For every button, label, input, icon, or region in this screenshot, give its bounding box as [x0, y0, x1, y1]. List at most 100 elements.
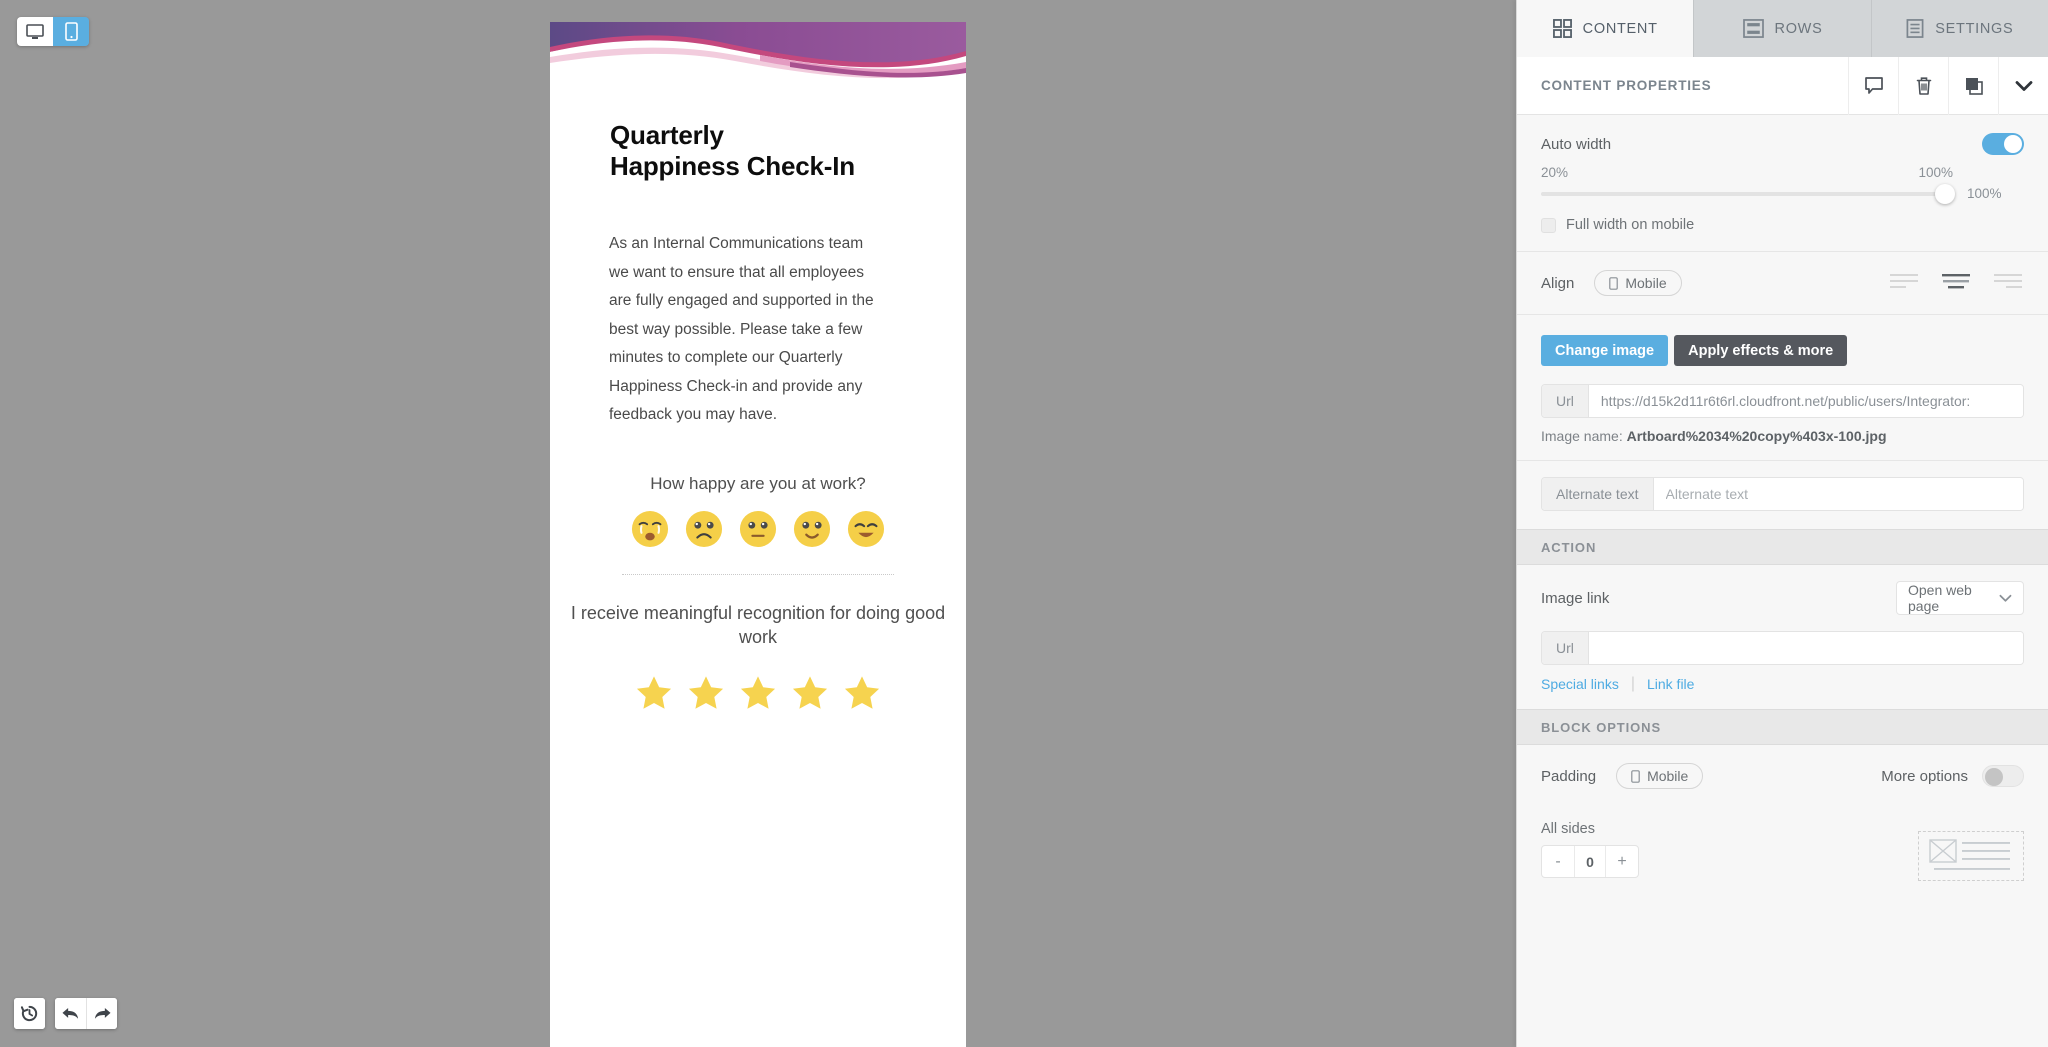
undo-button[interactable]: [55, 998, 86, 1029]
chevron-down-icon[interactable]: [1998, 57, 2048, 115]
alternate-text-section: Alternate text: [1517, 460, 2048, 529]
padding-stepper[interactable]: - 0 +: [1541, 845, 1639, 878]
question-2-text: I receive meaningful recognition for doi…: [570, 602, 946, 648]
panel-tabs: CONTENT ROWS SETTINGS: [1517, 0, 2048, 57]
grid-icon: [1552, 19, 1572, 38]
undo-icon: [62, 1008, 79, 1019]
question-block-2[interactable]: I receive meaningful recognition for doi…: [550, 601, 966, 714]
properties-panel: CONTENT ROWS SETTINGS CONTENT PROPERTIES…: [1516, 0, 2048, 1047]
image-name-label: Image name:: [1541, 428, 1623, 444]
block-options-section-title: BLOCK OPTIONS: [1517, 709, 2048, 745]
comment-icon[interactable]: [1848, 57, 1898, 115]
editor-stage: Quarterly Happiness Check-In As an Inter…: [0, 0, 1516, 1047]
align-right-button[interactable]: [1994, 272, 2024, 295]
alternate-text-input[interactable]: [1653, 478, 2023, 510]
desktop-view-button[interactable]: [17, 17, 53, 46]
star-rating-row[interactable]: [550, 672, 966, 714]
star-icon[interactable]: [685, 672, 727, 714]
auto-width-row: Auto width: [1541, 115, 2024, 159]
mobile-icon: [64, 22, 78, 41]
action-url-input[interactable]: [1588, 632, 2023, 664]
change-image-button[interactable]: Change image: [1541, 335, 1669, 366]
email-title[interactable]: Quarterly Happiness Check-In: [610, 120, 860, 182]
slider-min-label: 20%: [1541, 165, 1569, 180]
align-section: Align Mobile: [1517, 251, 2048, 314]
trash-icon[interactable]: [1898, 57, 1948, 115]
image-link-value: Open web page: [1908, 582, 1972, 614]
image-name-value: Artboard%2034%20copy%403x-100.jpg: [1626, 428, 1887, 444]
mobile-icon: [1631, 769, 1640, 783]
slider-range-labels: 20% 100%: [1541, 165, 1953, 180]
history-button[interactable]: [14, 998, 45, 1029]
tab-rows[interactable]: ROWS: [1694, 0, 1872, 57]
more-options-toggle[interactable]: [1982, 765, 2024, 787]
more-options-label: More options: [1881, 767, 1968, 785]
align-device-pill[interactable]: Mobile: [1594, 270, 1682, 296]
question-block-1[interactable]: How happy are you at work?: [550, 472, 966, 575]
padding-value[interactable]: 0: [1574, 846, 1606, 877]
link-separator: |: [1630, 675, 1635, 692]
align-options: [1890, 272, 2024, 295]
mobile-view-button[interactable]: [53, 17, 89, 46]
redo-button[interactable]: [86, 998, 117, 1029]
action-section-title: ACTION: [1517, 529, 2048, 565]
block-options-section: Padding Mobile More options All sides - …: [1517, 745, 2048, 895]
image-text-placeholder-icon: [1929, 839, 2010, 870]
duplicate-icon[interactable]: [1948, 57, 1998, 115]
happy-face-icon[interactable]: [847, 510, 885, 548]
slightly-smiling-face-icon[interactable]: [793, 510, 831, 548]
special-links-link[interactable]: Special links: [1541, 676, 1619, 692]
content-properties-title: CONTENT PROPERTIES: [1541, 78, 1712, 93]
padding-label: Padding: [1541, 767, 1597, 785]
section-divider: [622, 573, 894, 575]
align-center-button[interactable]: [1942, 272, 1972, 295]
neutral-face-icon[interactable]: [739, 510, 777, 548]
auto-width-toggle[interactable]: [1982, 133, 2024, 155]
apply-effects-button[interactable]: Apply effects & more: [1674, 335, 1848, 366]
hero-wave-image[interactable]: [550, 22, 966, 80]
image-source-section: Change image Apply effects & more Url Im…: [1517, 314, 2048, 460]
sad-face-icon[interactable]: [685, 510, 723, 548]
align-left-button[interactable]: [1890, 272, 1920, 295]
full-width-mobile-checkbox[interactable]: [1541, 217, 1556, 233]
padding-device-pill[interactable]: Mobile: [1616, 763, 1704, 789]
rows-icon: [1742, 19, 1764, 38]
padding-row: Padding Mobile More options: [1541, 745, 2024, 807]
width-slider-value: 100%: [1967, 186, 2002, 201]
email-preview-canvas[interactable]: Quarterly Happiness Check-In As an Inter…: [550, 22, 966, 1047]
email-editor-app: Quarterly Happiness Check-In As an Inter…: [0, 0, 2048, 1047]
image-url-input[interactable]: [1588, 385, 2023, 417]
tab-settings[interactable]: SETTINGS: [1871, 0, 2048, 57]
crying-face-icon[interactable]: [631, 510, 669, 548]
history-group: [14, 998, 45, 1029]
email-body-text[interactable]: As an Internal Communications team we wa…: [609, 230, 877, 430]
image-name-row: Image name: Artboard%2034%20copy%403x-10…: [1541, 418, 2024, 460]
question-1-text: How happy are you at work?: [650, 473, 866, 493]
full-width-mobile-row[interactable]: Full width on mobile: [1541, 201, 2024, 251]
history-controls: [14, 998, 117, 1029]
undo-redo-group: [55, 998, 117, 1029]
star-icon[interactable]: [737, 672, 779, 714]
star-icon[interactable]: [789, 672, 831, 714]
image-url-field[interactable]: Url: [1541, 384, 2024, 418]
image-link-select[interactable]: Open web page: [1896, 581, 2024, 615]
auto-width-label: Auto width: [1541, 135, 1612, 153]
tab-content[interactable]: CONTENT: [1517, 0, 1695, 57]
padding-decrease-button[interactable]: -: [1542, 846, 1574, 877]
alternate-text-field[interactable]: Alternate text: [1541, 477, 2024, 511]
action-url-field[interactable]: Url: [1541, 631, 2024, 665]
redo-icon: [94, 1008, 111, 1019]
link-file-link[interactable]: Link file: [1647, 676, 1694, 692]
align-label: Align: [1541, 274, 1575, 292]
panel-scroll-area[interactable]: CONTENT PROPERTIES Auto width 20% 100% 1…: [1517, 57, 2048, 1047]
align-device-label: Mobile: [1625, 275, 1667, 291]
star-icon[interactable]: [633, 672, 675, 714]
block-preview-placeholder: [1918, 831, 2024, 881]
emoji-rating-row[interactable]: [550, 510, 966, 548]
width-slider-handle[interactable]: [1935, 183, 1955, 204]
star-icon[interactable]: [841, 672, 883, 714]
padding-increase-button[interactable]: +: [1606, 846, 1638, 877]
device-preview-toggle: [17, 17, 89, 46]
action-url-addon: Url: [1542, 632, 1589, 664]
width-slider[interactable]: [1541, 183, 1955, 204]
